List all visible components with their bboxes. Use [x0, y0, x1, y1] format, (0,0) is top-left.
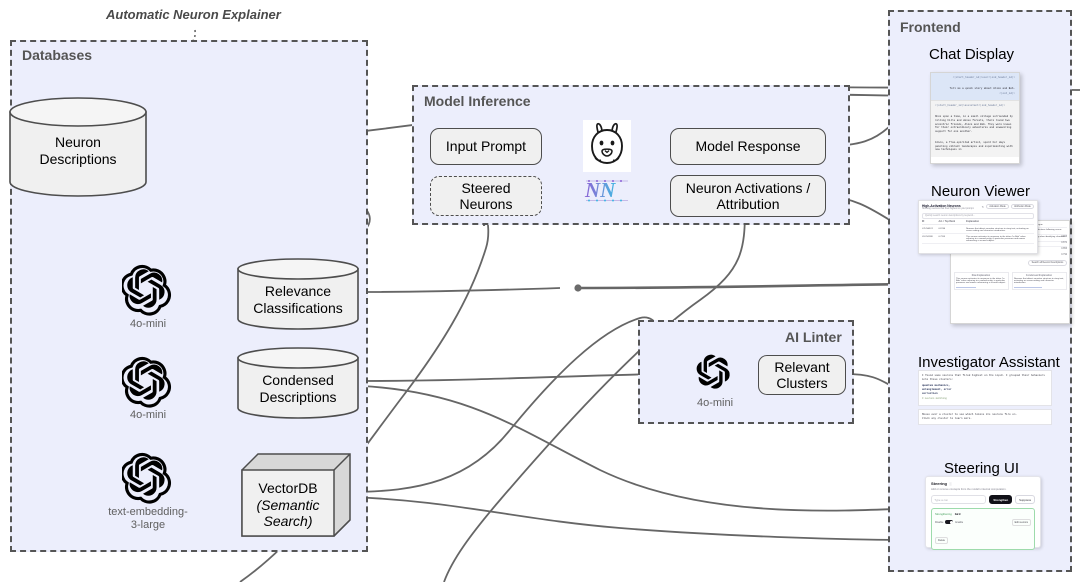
openai-logo	[120, 452, 174, 504]
node-neuron-activations: Neuron Activations / Attribution	[670, 175, 826, 217]
openai-caption-linter: 4o-mini	[696, 397, 734, 409]
refresh-icon[interactable]: ↻	[982, 205, 985, 209]
neuron-row-explanation: This neuron activates its response to th…	[966, 236, 1026, 242]
steering-concept-input[interactable]: Type a con	[931, 495, 987, 505]
db-neuron-descriptions-label: Neuron Descriptions	[39, 134, 117, 167]
node-steered-neurons: Steered Neurons	[430, 176, 542, 216]
edge-junction-to-neuron-viewer	[579, 284, 918, 288]
screenshot-steering-ui[interactable]: Steering ⓘ Add or remove concepts from t…	[925, 476, 1041, 551]
steering-subtitle: Add or remove concepts from the model's …	[931, 487, 1007, 491]
neuron-viewer-activation-bar	[1014, 286, 1042, 288]
chat-assistant-header: <|start_header_id|>assistant<|end_header…	[935, 104, 1006, 108]
investigator-cluster[interactable]: correction	[922, 392, 1048, 396]
automatic-neuron-explainer-title: Automatic Neuron Explainer	[106, 7, 281, 22]
steering-concept-word: bird	[954, 512, 961, 517]
panel-ai-linter-title: AI Linter	[785, 329, 842, 345]
neuron-viewer-activation-bar	[956, 286, 976, 288]
nnsight-logo: NN	[584, 176, 630, 204]
neuron-row-explanation: Neurons that detect narrative structure …	[966, 227, 1029, 232]
neuron-search-input[interactable]: Quickly search neuron descriptions by ke…	[922, 212, 1034, 219]
investigator-hint-2: Click any cluster to learn more.	[922, 416, 972, 420]
openai-logo	[120, 356, 174, 408]
neuron-row-score: 0.8746	[938, 227, 946, 230]
panel-model-inference-title: Model Inference	[424, 93, 531, 109]
steering-active-concept-card: Strengthening bird Disable Enable Edit n…	[931, 508, 1035, 551]
edge-vectordb-to-steering	[347, 496, 918, 540]
openai-logo	[692, 350, 738, 396]
openai-caption-1: 4o-mini	[129, 318, 167, 330]
db-vectordb-line2: (Semantic	[256, 496, 320, 513]
edge-junction-dot-upper	[574, 284, 582, 292]
panel-databases-title: Databases	[22, 47, 93, 63]
enable-toggle[interactable]	[945, 520, 954, 525]
edge-relevance-to-junction	[361, 287, 561, 293]
investigator-cluster-meta: 3 neurons matching	[922, 396, 947, 400]
chat-assistant-turn: <|start_header_id|>assistant<|end_header…	[931, 100, 1019, 157]
neuron-table-row[interactable]: L25 N4374 0.8746 Neurons that detect nar…	[922, 227, 1034, 234]
diagram-canvas: Databases Model Inference AI Linter Fron…	[0, 0, 1080, 582]
screenshot-chat-display[interactable]: <|start_header_id|>user<|end_header_id|>…	[930, 72, 1020, 164]
attribution-mode-button[interactable]: Attribution Mode	[1010, 204, 1034, 210]
db-vectordb-line1: VectorDB	[258, 480, 318, 496]
neuron-viewer-subpanel-body: This neuron activates its response to th…	[956, 277, 1006, 284]
db-vectordb-label: VectorDB (Semantic Search)	[244, 480, 332, 530]
high-activation-neurons-subtitle: Showing neurons that fired highest on yo…	[922, 208, 975, 210]
db-condensed-descriptions: Condensed Descriptions	[236, 347, 360, 419]
db-neuron-descriptions: Neuron Descriptions	[8, 96, 148, 198]
neuron-table-header[interactable]: ID	[922, 221, 935, 223]
edge-vectordb-to-linter	[347, 316, 668, 493]
panel-frontend-title: Frontend	[900, 19, 961, 35]
investigator-intro: I found some neurons that fired highest …	[922, 374, 1045, 381]
toggle-label-enable: Enable	[955, 520, 964, 524]
screenshot-investigator-assistant[interactable]: I found some neurons that fired highest …	[918, 370, 1052, 432]
neuron-table-header[interactable]: Act. / Top Rank	[938, 221, 963, 223]
chat-user-header: <|start_header_id|>user<|end_header_id|>	[952, 76, 1015, 79]
db-vectordb-line3: Search)	[263, 513, 313, 530]
neuron-row-score: 0.7205	[938, 236, 946, 238]
strengthen-button[interactable]: Strengthen	[989, 495, 1013, 505]
neuron-row-id: L18 N1188	[922, 236, 933, 238]
suppress-button[interactable]: Suppress	[1015, 495, 1035, 505]
node-model-response: Model Response	[670, 128, 826, 165]
chat-user-turn: <|start_header_id|>user<|end_header_id|>…	[931, 73, 1019, 101]
node-input-prompt: Input Prompt	[430, 128, 542, 165]
openai-logo	[120, 264, 174, 316]
toggle-label-disable: Disable	[935, 520, 944, 524]
screenshot-high-activation-neurons-panel[interactable]: High-Activation Neurons Showing neurons …	[918, 200, 1038, 254]
section-title-steering-ui: Steering UI	[944, 460, 1020, 477]
db-relevance-classifications: Relevance Classifications	[236, 258, 360, 330]
section-title-chat-display: Chat Display	[929, 46, 1015, 63]
llama-logo	[583, 120, 631, 172]
neuron-viewer-score: 0.792	[1061, 253, 1067, 256]
steering-mode-label: Strengthening	[935, 513, 952, 517]
section-title-neuron-viewer: Neuron Viewer	[931, 183, 1030, 200]
db-vectordb: VectorDB (Semantic Search)	[240, 452, 352, 540]
openai-caption-embedding: text-embedding- 3-large	[108, 506, 188, 531]
edit-neurons-button[interactable]: Edit neurons	[1011, 518, 1031, 526]
openai-caption-2: 4o-mini	[129, 409, 167, 421]
delete-button[interactable]: Delete	[935, 537, 948, 545]
neuron-table-row[interactable]: L18 N1188 0.7205 This neuron activates i…	[922, 235, 1034, 244]
steering-title: Steering	[931, 481, 948, 486]
chat-user-message: Tell me a quick story about Alice and Bo…	[949, 86, 1015, 90]
neuron-viewer-subpanel-body: Neurons that detect narrative structure …	[1014, 277, 1064, 284]
neuron-viewer-search-all-link[interactable]: Search all Neuron Descriptions	[1028, 260, 1067, 266]
chat-user-eot: <|eot_id|>	[999, 92, 1015, 96]
db-condensed-descriptions-label: Condensed Descriptions	[259, 372, 337, 405]
activation-mode-button[interactable]: Activation Mode	[986, 204, 1009, 210]
chat-assistant-paragraph-1: Once upon a time, in a small village sur…	[935, 115, 1013, 134]
db-relevance-classifications-label: Relevance Classifications	[253, 283, 343, 316]
neuron-table-header[interactable]: Explanation	[966, 221, 1034, 223]
node-relevant-clusters: Relevant Clusters	[758, 355, 846, 395]
neuron-row-id: L25 N4374	[922, 227, 933, 230]
chat-assistant-paragraph-2: Alice, a free-spirited artist, spent her…	[935, 140, 1013, 152]
info-icon[interactable]: ⓘ	[949, 482, 952, 486]
edge-condensed-to-linter	[361, 373, 661, 382]
section-title-investigator-assistant: Investigator Assistant	[918, 354, 1060, 371]
